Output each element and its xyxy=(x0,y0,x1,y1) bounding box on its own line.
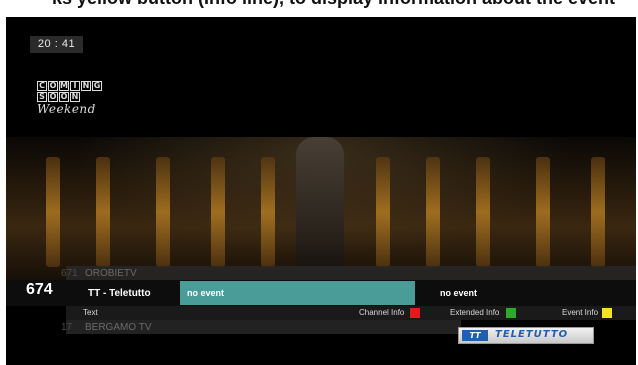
program-logo: COMING SOON Weekend xyxy=(37,81,111,129)
scene-figure xyxy=(296,137,344,287)
page-caption: ks yellow button (Info line), to display… xyxy=(0,0,638,16)
scene-pillar xyxy=(426,157,440,267)
scene-pillar xyxy=(476,157,490,267)
extended-info-label: Extended Info xyxy=(450,308,500,317)
scene-pillar xyxy=(376,157,390,267)
previous-channel-number: 671 xyxy=(61,268,78,279)
scene-pillar xyxy=(156,157,170,267)
scene-pillar xyxy=(536,157,550,267)
channel-logo: TT TELETUTTO xyxy=(458,327,594,344)
clock: 20 : 41 xyxy=(30,36,83,53)
channel-info-label: Channel Info xyxy=(359,308,405,317)
video-frame xyxy=(6,137,636,287)
channel-logo-word: TELETUTTO xyxy=(495,329,569,340)
next-channel-number: 17 xyxy=(61,322,73,333)
channel-row-previous[interactable] xyxy=(66,266,636,281)
help-text-label: Text xyxy=(83,308,98,317)
caption-text: ks yellow button (Info line), to display… xyxy=(52,0,615,9)
help-bar xyxy=(66,306,636,320)
current-channel-number: 674 xyxy=(26,281,53,298)
scene-pillar xyxy=(211,157,225,267)
yellow-key-icon[interactable] xyxy=(602,308,612,318)
current-event-cell[interactable]: no event xyxy=(180,281,415,305)
scene-pillar xyxy=(96,157,110,267)
logo-line-weekend: Weekend xyxy=(37,102,96,116)
event-info-label: Event Info xyxy=(562,308,599,317)
scene-pillar xyxy=(591,157,605,267)
tv-screen: 20 : 41 COMING SOON Weekend 671 OROBIETV… xyxy=(6,17,636,365)
previous-channel-name: OROBIETV xyxy=(85,268,137,279)
scene-pillar xyxy=(46,157,60,267)
channel-logo-mark: TT xyxy=(462,330,488,341)
scene-pillar xyxy=(261,157,275,267)
next-event-title[interactable]: no event xyxy=(440,288,477,298)
current-event-title: no event xyxy=(187,288,225,298)
current-channel-name: TT - Teletutto xyxy=(88,288,151,299)
logo-line-soon: SOON xyxy=(37,92,111,102)
green-key-icon[interactable] xyxy=(506,308,516,318)
red-key-icon[interactable] xyxy=(410,308,420,318)
logo-line-coming: COMING xyxy=(37,81,111,91)
next-channel-name: BERGAMO TV xyxy=(85,322,152,333)
